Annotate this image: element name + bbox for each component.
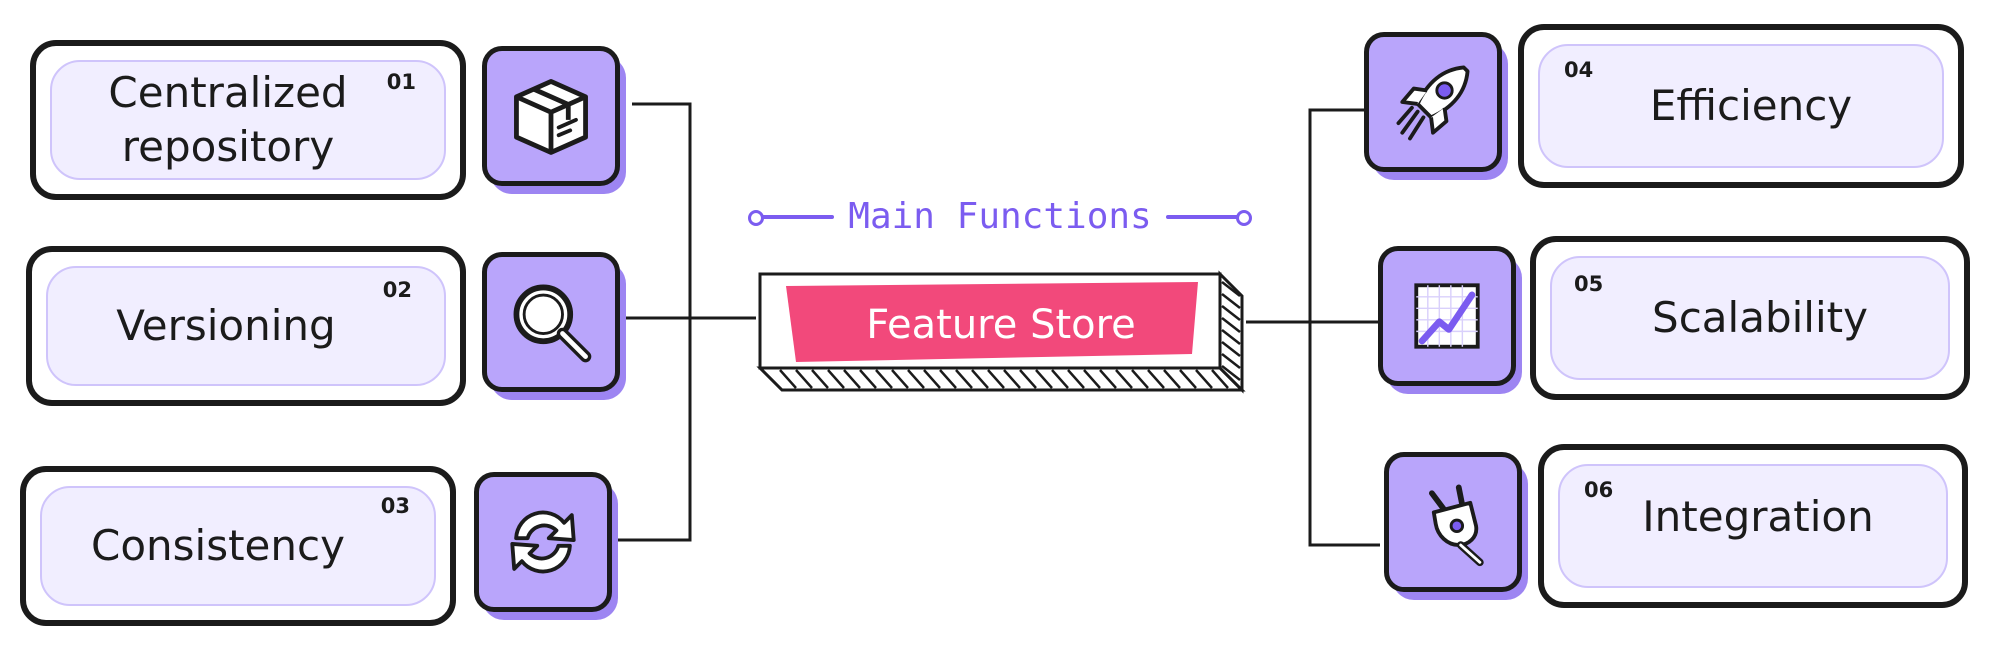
function-number: 03 — [380, 494, 410, 518]
rocket-icon — [1396, 65, 1470, 141]
function-number: 01 — [386, 70, 416, 94]
function-card-integration: Integration 06 — [1538, 444, 1968, 608]
function-label: Versioning — [116, 301, 336, 350]
tile-growth-chart — [1378, 246, 1522, 394]
function-card-centralized-repository: Centralized repository 01 — [30, 40, 466, 200]
refresh-icon — [510, 510, 576, 574]
section-title: Main Functions — [747, 196, 1253, 237]
magnifier-icon — [513, 284, 592, 363]
growth-chart-icon — [1414, 283, 1480, 349]
function-label: Integration — [1642, 492, 1874, 541]
tile-refresh — [474, 472, 618, 620]
function-number: 04 — [1564, 58, 1594, 82]
tile-plug — [1384, 452, 1528, 600]
feature-store-diagram: Centralized repository 01 Versioning 02 … — [0, 0, 1996, 645]
feature-store-label: Feature Store — [866, 302, 1136, 348]
function-label: Efficiency — [1649, 81, 1853, 130]
plug-icon — [1429, 484, 1484, 567]
function-card-consistency: Consistency 03 — [20, 466, 456, 626]
function-label: Centralized repository — [108, 68, 348, 171]
function-number: 06 — [1584, 478, 1614, 502]
function-card-efficiency: Efficiency 04 — [1518, 24, 1964, 188]
function-card-versioning: Versioning 02 — [26, 246, 466, 406]
function-number: 05 — [1574, 272, 1604, 296]
tile-box — [482, 46, 626, 194]
title-text: Main Functions — [848, 196, 1152, 237]
tile-rocket — [1364, 32, 1508, 180]
function-number: 02 — [382, 278, 412, 302]
function-label: Scalability — [1652, 293, 1868, 342]
box-icon — [514, 79, 588, 155]
function-card-scalability: Scalability 05 — [1530, 236, 1970, 400]
tile-magnifier — [482, 252, 626, 400]
feature-store-block: Feature Store — [756, 270, 1246, 400]
